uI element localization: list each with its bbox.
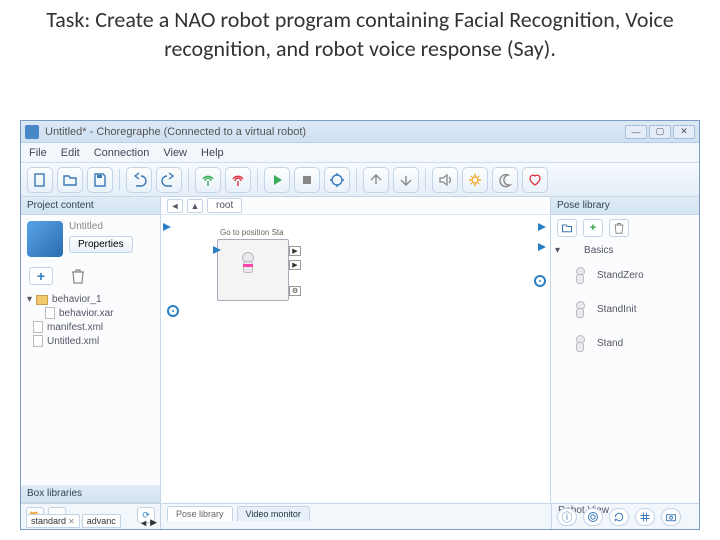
pose-group-basics[interactable]: Basics [584,245,613,256]
tree-behavior1[interactable]: behavior_1 [52,294,101,305]
pose-delete-button[interactable] [609,219,629,237]
pose-thumb[interactable] [569,294,591,324]
upload-button[interactable] [363,167,389,193]
pose-list: ▾Basics StandZero StandInit Stand [551,241,699,362]
tree-manifest[interactable]: manifest.xml [47,322,103,333]
menu-edit[interactable]: Edit [61,147,80,159]
file-icon [45,307,55,319]
pose-add-button[interactable]: + [583,219,603,237]
properties-button[interactable]: Properties [69,236,133,253]
pose-thumb[interactable] [569,260,591,290]
boxlib-tab-standard[interactable]: standard✕ [26,514,80,528]
app-window: Untitled* - Choregraphe (Connected to a … [20,120,700,530]
tab-scroll-right[interactable]: ▶ [150,517,157,528]
diagram-output-port1[interactable] [538,223,546,231]
workspace: Project content Untitled Properties + ▾b… [21,197,699,503]
tab-scroll-left[interactable]: ◄ [139,518,148,528]
pose-open-button[interactable] [557,219,577,237]
add-output-button[interactable] [534,275,546,287]
toolbar-divider [425,169,426,191]
stop-button[interactable] [294,167,320,193]
file-icon [33,321,43,333]
toolbar-divider [188,169,189,191]
save-button[interactable] [87,167,113,193]
boxlib-header: Box libraries [21,485,160,503]
pose-library-panel: Pose library + ▾Basics StandZero StandIn… [551,197,699,503]
project-tree[interactable]: ▾behavior_1 behavior.xar manifest.xml Un… [21,291,160,352]
add-content-button[interactable]: + [29,267,53,285]
rv-grid-button[interactable] [635,508,655,526]
project-name: Untitled [69,221,133,232]
project-header: Project content [21,197,160,215]
project-panel: Project content Untitled Properties + ▾b… [21,197,161,503]
rv-rotate-button[interactable] [609,508,629,526]
connect-button[interactable] [195,167,221,193]
nav-back-button[interactable]: ◄ [167,199,183,213]
breadcrumb-root[interactable]: root [207,198,242,213]
disconnect-button[interactable] [225,167,251,193]
boxlib-tab-advanced[interactable]: advanc [82,514,121,528]
folder-icon [36,295,48,305]
titlebar: Untitled* - Choregraphe (Connected to a … [21,121,699,143]
tab-video-monitor[interactable]: Video monitor [237,506,310,521]
debug-button[interactable] [324,167,350,193]
goto-position-box[interactable]: Go to position Sta ▶ ▶ ⚙ [217,239,289,301]
volume-button[interactable] [432,167,458,193]
toolbar [21,163,699,197]
project-icon [27,221,63,257]
nav-up-button[interactable]: ▲ [187,199,203,213]
close-button[interactable]: ✕ [673,125,695,139]
toolbar-divider [119,169,120,191]
menubar: File Edit Connection View Help [21,143,699,163]
bottom-center: Pose library Video monitor [161,504,551,529]
task-heading: Task: Create a NAO robot program contain… [0,0,720,73]
add-input-button[interactable] [167,305,179,317]
file-icon [33,335,43,347]
toolbar-divider [257,169,258,191]
redo-button[interactable] [156,167,182,193]
new-button[interactable] [27,167,53,193]
play-button[interactable] [264,167,290,193]
menu-file[interactable]: File [29,147,47,159]
pose-standinit[interactable]: StandInit [597,304,636,315]
pose-standzero[interactable]: StandZero [597,270,644,281]
window-title: Untitled* - Choregraphe (Connected to a … [45,126,625,138]
toolbar-divider [356,169,357,191]
undo-button[interactable] [126,167,152,193]
pose-stand[interactable]: Stand [597,338,623,349]
diagram-input-port[interactable] [163,223,171,231]
flow-canvas[interactable]: Go to position Sta ▶ ▶ ⚙ [161,215,550,503]
node-label: Go to position Sta [220,228,284,237]
menu-connection[interactable]: Connection [94,147,150,159]
tree-untitledxml[interactable]: Untitled.xml [47,336,99,347]
flow-diagram-panel: ◄ ▲ root Go to position Sta ▶ ▶ ⚙ [161,197,551,503]
rv-screenshot-button[interactable] [661,508,681,526]
menu-view[interactable]: View [163,147,187,159]
node-out-port2[interactable]: ▶ [289,260,301,270]
rv-info-button[interactable]: ⓘ [557,508,577,526]
open-button[interactable] [57,167,83,193]
node-param-port[interactable]: ⚙ [289,286,301,296]
tab-pose-library[interactable]: Pose library [167,506,233,521]
download-button[interactable] [393,167,419,193]
pose-thumb[interactable] [569,328,591,358]
close-icon[interactable]: ✕ [68,517,75,526]
node-out-port1[interactable]: ▶ [289,246,301,256]
wake-button[interactable] [462,167,488,193]
node-in-port[interactable] [213,246,221,254]
minimize-button[interactable]: — [625,125,647,139]
rv-config-button[interactable] [583,508,603,526]
life-button[interactable] [522,167,548,193]
app-icon [25,125,39,139]
menu-help[interactable]: Help [201,147,224,159]
delete-icon[interactable] [71,268,85,284]
rest-button[interactable] [492,167,518,193]
poselib-header: Pose library [551,197,699,215]
diagram-output-port2[interactable] [538,243,546,251]
breadcrumb: ◄ ▲ root [161,197,550,215]
folder-icon [566,246,578,256]
maximize-button[interactable]: ▢ [649,125,671,139]
tree-behaviorxar[interactable]: behavior.xar [59,308,113,319]
